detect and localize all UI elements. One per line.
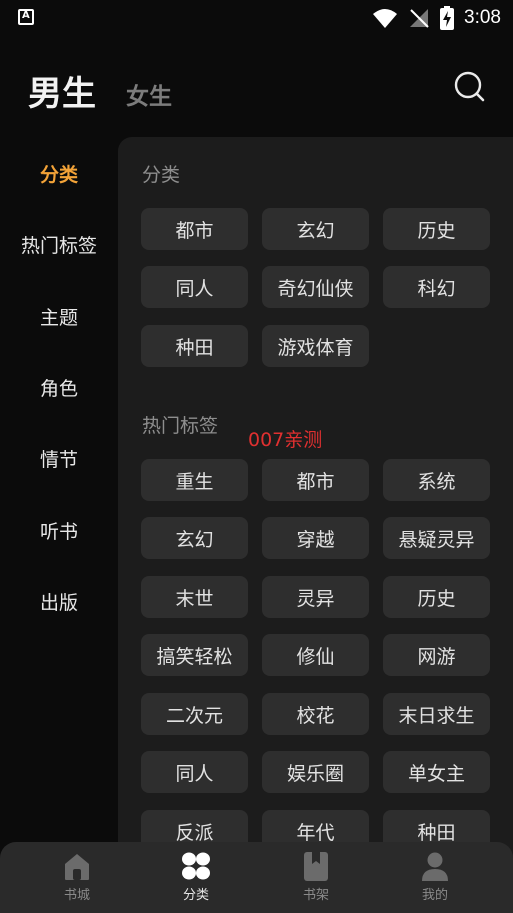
tag-chip[interactable]: 穿越	[262, 517, 369, 559]
tab-female[interactable]: 女生	[126, 80, 172, 114]
bottom-nav: 书城 分类 书架 我的	[0, 842, 513, 913]
tag-chip[interactable]: 末日求生	[383, 693, 490, 735]
nav-label: 分类	[182, 888, 209, 903]
tag-chip[interactable]: 游戏体育	[262, 325, 369, 367]
bookshelf-icon	[304, 852, 328, 881]
side-item-role[interactable]: 角色	[0, 374, 118, 401]
no-signal-icon	[410, 9, 429, 28]
category-icon	[182, 852, 210, 880]
tag-chip[interactable]: 搞笑轻松	[141, 634, 248, 676]
nav-label: 书架	[302, 888, 329, 903]
tag-chip[interactable]: 种田	[141, 325, 248, 367]
wifi-icon	[373, 9, 398, 28]
status-time: 3:08	[464, 7, 501, 28]
tag-chip[interactable]: 末世	[141, 576, 248, 618]
tag-chip[interactable]: 校花	[262, 693, 369, 735]
side-item-audiobook[interactable]: 听书	[0, 517, 118, 544]
section-title-category: 分类	[142, 164, 181, 186]
tag-chip[interactable]: 重生	[141, 459, 248, 501]
tag-chip[interactable]: 都市	[141, 208, 248, 250]
tag-chip[interactable]: 科幻	[383, 266, 490, 308]
tag-chip[interactable]: 系统	[383, 459, 490, 501]
side-item-theme[interactable]: 主题	[0, 303, 118, 330]
tag-chip[interactable]: 二次元	[141, 693, 248, 735]
annotation-text: 007亲测	[248, 429, 323, 451]
tag-chip[interactable]: 玄幻	[141, 517, 248, 559]
nav-mine[interactable]: 我的	[395, 850, 475, 908]
status-icons: 3:08	[372, 5, 501, 31]
status-bar: A 3:08	[0, 0, 513, 36]
tag-chip[interactable]: 玄幻	[262, 208, 369, 250]
category-panel[interactable]: 分类 都市 玄幻 历史 同人 奇幻仙侠 科幻 种田 游戏体育 热门标签 007亲…	[118, 137, 513, 857]
nav-bookshelf[interactable]: 书架	[276, 850, 356, 908]
tag-chip[interactable]: 娱乐圈	[262, 751, 369, 793]
tag-chip[interactable]: 都市	[262, 459, 369, 501]
tag-chip[interactable]: 悬疑灵异	[383, 517, 490, 559]
tag-chip[interactable]: 同人	[141, 751, 248, 793]
bookstore-icon	[65, 854, 89, 880]
side-item-category[interactable]: 分类	[0, 160, 118, 187]
side-item-plot[interactable]: 情节	[0, 445, 118, 472]
tag-chip[interactable]: 灵异	[262, 576, 369, 618]
tag-chip[interactable]: 单女主	[383, 751, 490, 793]
tag-chip[interactable]: 修仙	[262, 634, 369, 676]
app-notification-icon: A	[18, 9, 34, 25]
nav-category[interactable]: 分类	[156, 850, 236, 908]
tab-male[interactable]: 男生	[28, 72, 96, 116]
nav-label: 我的	[421, 888, 448, 903]
side-item-publish[interactable]: 出版	[0, 588, 118, 615]
side-item-hot-tags[interactable]: 热门标签	[0, 231, 118, 258]
nav-label: 书城	[63, 888, 90, 903]
user-icon	[422, 852, 448, 881]
search-icon[interactable]	[452, 70, 486, 104]
nav-bookstore[interactable]: 书城	[37, 850, 117, 908]
tag-chip[interactable]: 网游	[383, 634, 490, 676]
tag-chip[interactable]: 奇幻仙侠	[262, 266, 369, 308]
battery-charging-icon	[440, 6, 455, 30]
section-title-hot-tags: 热门标签	[142, 415, 219, 437]
tag-chip[interactable]: 历史	[383, 208, 490, 250]
tag-chip[interactable]: 同人	[141, 266, 248, 308]
gender-tabs: 男生 女生	[28, 66, 172, 116]
tag-chip[interactable]: 历史	[383, 576, 490, 618]
